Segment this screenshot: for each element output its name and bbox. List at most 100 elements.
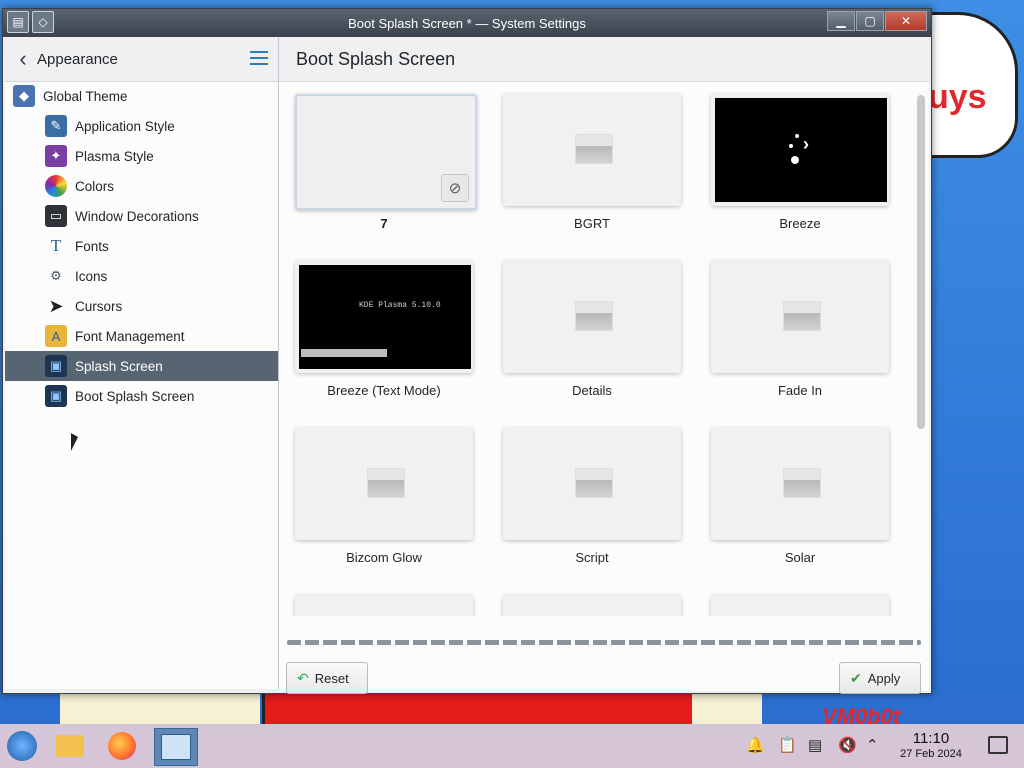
sidebar-item-label: Fonts <box>75 238 109 254</box>
application-style-icon: ✎ <box>45 115 67 137</box>
theme-label: Solar <box>784 550 816 565</box>
start-menu-button[interactable] <box>4 728 40 764</box>
global-theme-icon: ◆ <box>13 85 35 107</box>
sidebar-item-boot-splash-screen[interactable]: ▣ Boot Splash Screen <box>5 381 278 411</box>
wallpaper-text: uys <box>928 78 987 116</box>
icons-icon: ⚙ <box>50 268 62 283</box>
theme-card-breeze-text-mode[interactable]: KDE Plasma 5.10.0 <box>295 261 473 373</box>
maximize-button[interactable]: ▢ <box>856 11 884 31</box>
theme-label: Breeze <box>779 216 821 231</box>
wallpaper-shape-red <box>262 690 698 724</box>
windows-logo-icon <box>7 731 37 761</box>
sidebar-item-label: Splash Screen <box>75 358 163 374</box>
clock-date[interactable]: 27 Feb 2024 <box>893 748 969 760</box>
theme-card-script[interactable] <box>503 428 681 540</box>
firefox-button[interactable] <box>104 728 140 764</box>
folder-icon <box>56 735 84 757</box>
back-arrow-icon[interactable]: ‹ <box>9 46 37 72</box>
sidebar-title: Appearance <box>37 50 118 68</box>
sidebar-item-label: Cursors <box>75 298 123 314</box>
mouse-cursor-icon <box>71 433 78 451</box>
image-placeholder-icon <box>575 134 613 164</box>
theme-label: Bizcom Glow <box>346 550 422 565</box>
device-notifier-icon[interactable]: ▤ <box>808 736 822 754</box>
sidebar-item-colors[interactable]: Colors <box>5 171 278 201</box>
sidebar-item-global-theme[interactable]: ◆ Global Theme <box>5 81 278 111</box>
reset-icon: ↶ <box>297 669 309 686</box>
sidebar-item-font-management[interactable]: A Font Management <box>5 321 278 351</box>
text-mode-preview: KDE Plasma 5.10.0 <box>299 265 471 369</box>
window-title: Boot Splash Screen * — System Settings <box>348 16 586 31</box>
reset-button[interactable]: ↶ Reset <box>286 662 368 694</box>
hamburger-menu-icon[interactable] <box>250 51 268 69</box>
system-settings-icon <box>161 734 191 760</box>
apply-label: Apply <box>867 670 901 686</box>
plasma-style-icon: ✦ <box>45 145 67 167</box>
chevron-right-icon: › <box>803 134 809 154</box>
cursors-icon: ➤ <box>48 295 64 316</box>
system-settings-window: ▤ ◇ Boot Splash Screen * — System Settin… <box>2 8 932 694</box>
sidebar: ‹ Appearance ◆ Global Theme ✎ Applicatio… <box>5 37 279 689</box>
chevron-up-icon[interactable]: ⌃ <box>866 736 879 754</box>
theme-card-partial[interactable] <box>503 595 681 616</box>
sidebar-item-label: Icons <box>75 268 108 284</box>
sidebar-item-label: Window Decorations <box>75 208 199 224</box>
footer-separator <box>287 640 921 645</box>
sidebar-item-fonts[interactable]: T Fonts <box>5 231 278 261</box>
apply-button[interactable]: ✔ Apply <box>839 662 921 694</box>
volume-muted-icon[interactable]: 🔇 <box>838 736 857 754</box>
theme-card-solar[interactable] <box>711 428 889 540</box>
theme-card-7[interactable]: ⊘ <box>295 94 477 210</box>
theme-label: BGRT <box>574 216 610 231</box>
image-placeholder-icon <box>575 468 613 498</box>
firefox-icon <box>108 732 136 760</box>
fonts-icon: T <box>50 236 62 255</box>
font-management-icon: A <box>45 325 67 347</box>
page-title: Boot Splash Screen <box>296 48 456 69</box>
uninstall-icon[interactable]: ⊘ <box>441 174 469 202</box>
window-titlebar[interactable]: ▤ ◇ Boot Splash Screen * — System Settin… <box>3 9 931 37</box>
image-placeholder-icon <box>783 468 821 498</box>
sidebar-item-cursors[interactable]: ➤ Cursors <box>5 291 278 321</box>
theme-card-bizcom-glow[interactable] <box>295 428 473 540</box>
clock-time[interactable]: 11:10 <box>898 730 964 747</box>
show-desktop-icon[interactable] <box>988 736 1008 754</box>
sidebar-item-application-style[interactable]: ✎ Application Style <box>5 111 278 141</box>
taskbar: 🔔 📋 ▤ 🔇 ⌃ 11:10 27 Feb 2024 <box>0 724 1024 768</box>
sidebar-item-splash-screen[interactable]: ▣ Splash Screen <box>5 351 278 381</box>
sidebar-item-plasma-style[interactable]: ✦ Plasma Style <box>5 141 278 171</box>
colors-icon <box>45 175 67 197</box>
checkmark-icon: ✔ <box>850 669 862 686</box>
system-settings-task-button[interactable] <box>154 728 198 766</box>
theme-card-partial[interactable] <box>295 595 473 616</box>
theme-card-fade-in[interactable] <box>711 261 889 373</box>
image-placeholder-icon <box>367 468 405 498</box>
theme-card-partial[interactable] <box>711 595 889 616</box>
sidebar-item-window-decorations[interactable]: ▭ Window Decorations <box>5 201 278 231</box>
reset-label: Reset <box>314 670 349 686</box>
theme-card-breeze[interactable]: › <box>711 94 889 206</box>
vertical-scrollbar[interactable] <box>917 95 925 429</box>
wallpaper-shape-right <box>692 690 762 724</box>
splash-screen-icon: ▣ <box>45 355 67 377</box>
sidebar-item-label: Font Management <box>75 328 185 344</box>
sidebar-item-label: Application Style <box>75 118 175 134</box>
image-placeholder-icon <box>575 301 613 331</box>
theme-label: Breeze (Text Mode) <box>327 383 441 398</box>
minimize-button[interactable]: ▁ <box>827 11 855 31</box>
theme-card-details[interactable] <box>503 261 681 373</box>
main-panel: Boot Splash Screen ⊘ 7 BGRT › Breeze KDE… <box>279 37 929 694</box>
theme-card-bgrt[interactable] <box>503 94 681 206</box>
sidebar-item-label: Global Theme <box>43 88 128 104</box>
sidebar-item-icons[interactable]: ⚙ Icons <box>5 261 278 291</box>
sidebar-tree: ◆ Global Theme ✎ Application Style ✦ Pla… <box>5 81 278 411</box>
close-button[interactable]: ✕ <box>885 11 927 31</box>
file-manager-button[interactable] <box>52 728 88 764</box>
wallpaper-shape-left <box>60 690 260 724</box>
theme-label: Details <box>572 383 612 398</box>
image-placeholder-icon <box>783 301 821 331</box>
text-mode-progress-bar <box>301 349 387 357</box>
notifications-icon[interactable]: 🔔 <box>746 736 765 754</box>
theme-grid: ⊘ 7 BGRT › Breeze KDE Plasma 5.10.0 Bree… <box>279 82 909 616</box>
clipboard-icon[interactable]: 📋 <box>778 736 797 754</box>
